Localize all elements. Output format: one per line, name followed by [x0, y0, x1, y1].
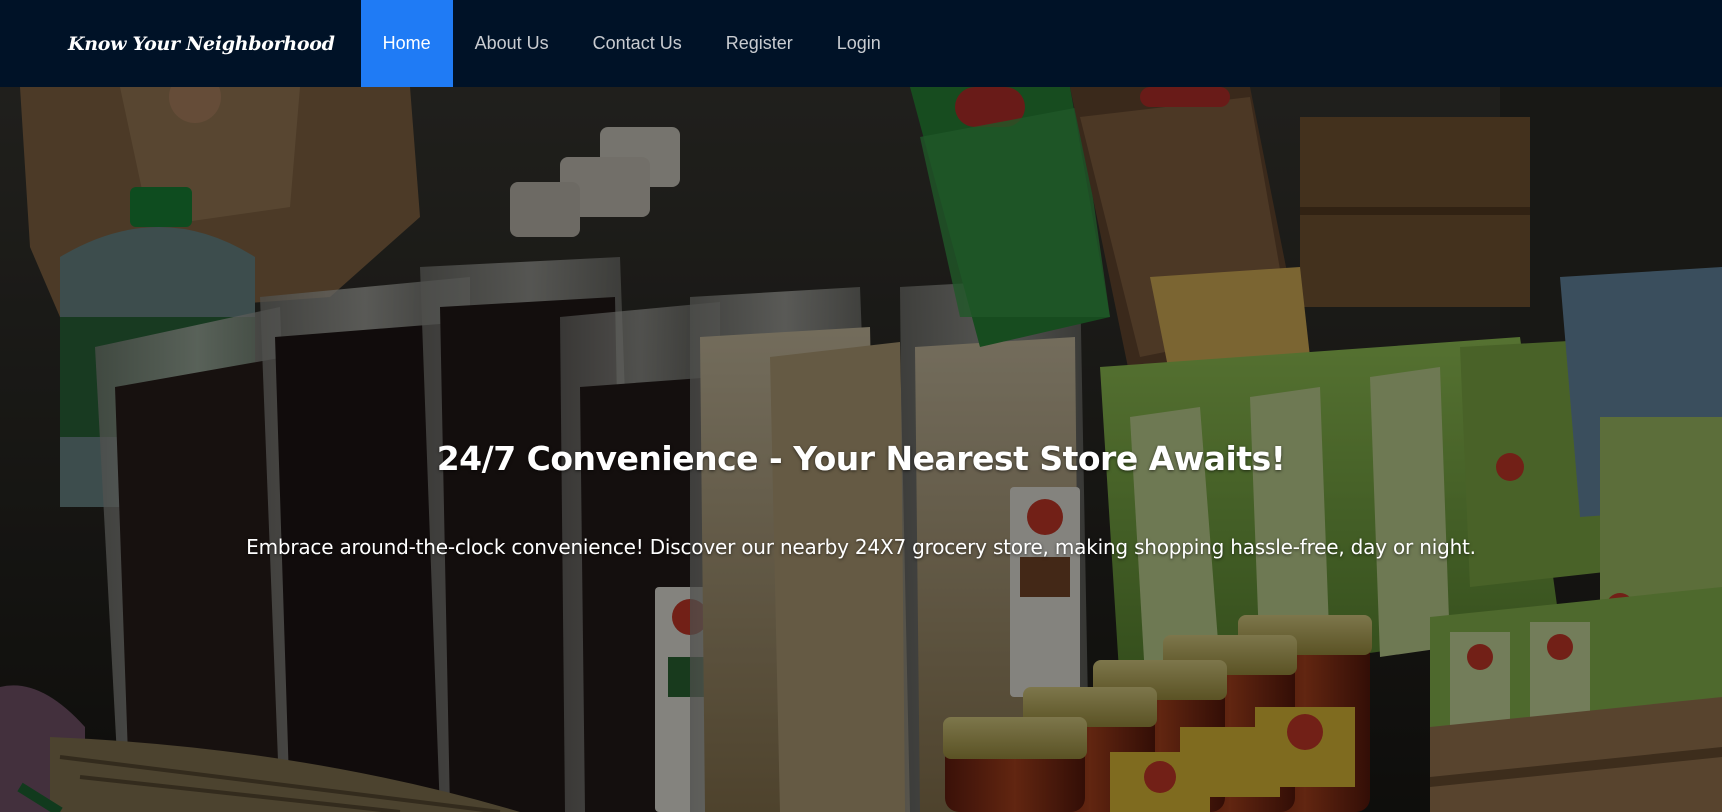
hero-section: 24/7 Convenience - Your Nearest Store Aw…	[0, 87, 1722, 812]
top-navbar: Know Your Neighborhood Home About Us Con…	[0, 0, 1722, 87]
nav-item-home[interactable]: Home	[360, 0, 453, 87]
nav-item-login[interactable]: Login	[815, 0, 903, 87]
hero-title: 24/7 Convenience - Your Nearest Store Aw…	[436, 439, 1286, 478]
nav-item-contact-us[interactable]: Contact Us	[571, 0, 704, 87]
nav-menu: Home About Us Contact Us Register Login	[360, 0, 903, 87]
nav-item-about-us[interactable]: About Us	[453, 0, 571, 87]
nav-item-register[interactable]: Register	[704, 0, 815, 87]
hero-description: Embrace around-the-clock convenience! Di…	[246, 535, 1476, 559]
brand-logo-link[interactable]: Know Your Neighborhood	[68, 33, 335, 55]
